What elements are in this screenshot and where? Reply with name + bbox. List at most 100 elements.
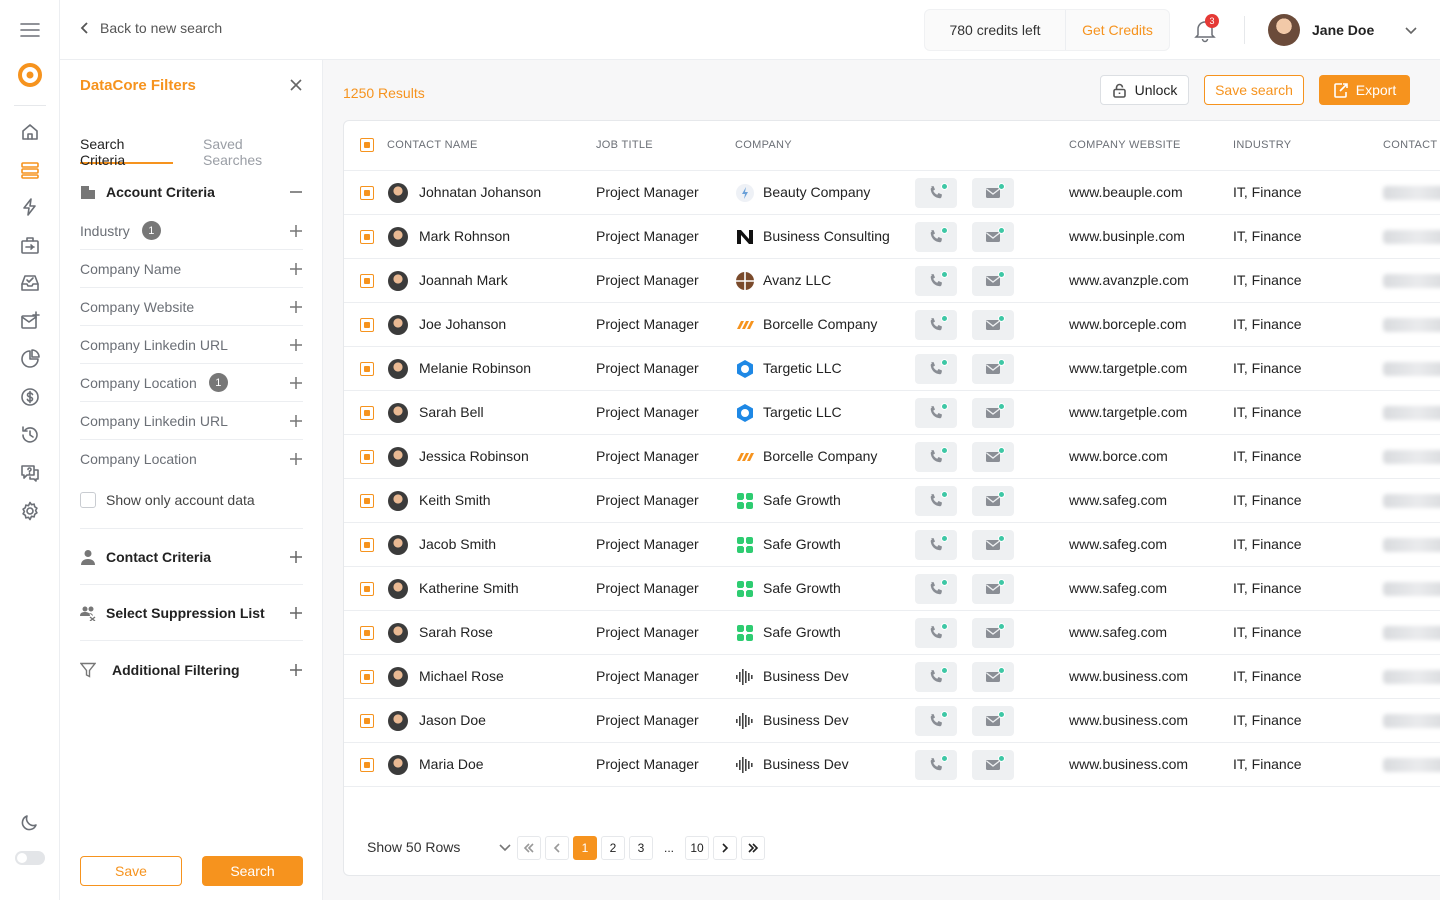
company-website[interactable]: www.safeg.com: [1069, 536, 1167, 552]
contact-name[interactable]: Keith Smith: [419, 492, 491, 508]
contact-name[interactable]: Sarah Bell: [419, 404, 484, 420]
company-name[interactable]: Borcelle Company: [763, 448, 877, 464]
database-list-icon[interactable]: [20, 160, 40, 180]
search-button[interactable]: Search: [202, 856, 303, 886]
contact-name[interactable]: Joannah Mark: [419, 272, 508, 288]
company-website[interactable]: www.businple.com: [1069, 228, 1185, 244]
row-checkbox[interactable]: [360, 758, 374, 772]
email-button[interactable]: [972, 662, 1014, 692]
save-button[interactable]: Save: [80, 856, 182, 886]
theme-toggle[interactable]: [15, 851, 45, 865]
email-button[interactable]: [972, 442, 1014, 472]
table-row[interactable]: Jason Doe Project Manager Business Dev www.…: [344, 699, 1440, 743]
table-row[interactable]: Johnatan Johanson Project Manager Beauty C…: [344, 171, 1440, 215]
contact-name[interactable]: Katherine Smith: [419, 580, 519, 596]
call-button[interactable]: [915, 530, 957, 560]
table-row[interactable]: Sarah Rose Project Manager Safe Growth www.…: [344, 611, 1440, 655]
show-only-account-checkbox[interactable]: Show only account data: [80, 492, 255, 508]
company-website[interactable]: www.borce.com: [1069, 448, 1168, 464]
filter-industry[interactable]: Industry 1: [80, 212, 303, 250]
table-row[interactable]: Sarah Bell Project Manager Targetic LLC www…: [344, 391, 1440, 435]
company-name[interactable]: Business Dev: [763, 756, 849, 772]
table-row[interactable]: Jacob Smith Project Manager Safe Growth www…: [344, 523, 1440, 567]
call-button[interactable]: [915, 442, 957, 472]
col-job-title[interactable]: JOB TITLE: [596, 139, 653, 151]
company-name[interactable]: Safe Growth: [763, 536, 841, 552]
tab-search-criteria[interactable]: Search Criteria: [80, 136, 173, 168]
table-row[interactable]: Maria Doe Project Manager Business Dev www.…: [344, 743, 1440, 787]
company-name[interactable]: Borcelle Company: [763, 316, 877, 332]
mail-add-icon[interactable]: [20, 311, 40, 331]
call-button[interactable]: [915, 618, 957, 648]
call-button[interactable]: [915, 178, 957, 208]
help-chat-icon[interactable]: [20, 463, 40, 483]
select-all-checkbox[interactable]: [360, 138, 374, 152]
email-button[interactable]: [972, 618, 1014, 648]
table-row[interactable]: Michael Rose Project Manager Business Dev w…: [344, 655, 1440, 699]
dollar-coin-icon[interactable]: [20, 387, 40, 407]
table-row[interactable]: Mark Rohnson Project Manager Business Cons…: [344, 215, 1440, 259]
email-button[interactable]: [972, 266, 1014, 296]
filter-company-location-2[interactable]: Company Location: [80, 440, 303, 478]
email-button[interactable]: [972, 486, 1014, 516]
page-2-button[interactable]: 2: [601, 836, 625, 860]
home-icon[interactable]: [20, 122, 40, 142]
email-button[interactable]: [972, 530, 1014, 560]
email-button[interactable]: [972, 222, 1014, 252]
company-name[interactable]: Safe Growth: [763, 580, 841, 596]
contact-name[interactable]: Jacob Smith: [419, 536, 496, 552]
email-button[interactable]: [972, 574, 1014, 604]
row-checkbox[interactable]: [360, 406, 374, 420]
company-name[interactable]: Business Consulting: [763, 228, 890, 244]
rows-per-page-select[interactable]: Show 50 Rows: [367, 839, 512, 855]
filter-company-linkedin-url[interactable]: Company Linkedin URL: [80, 326, 303, 364]
table-row[interactable]: Melanie Robinson Project Manager Targetic …: [344, 347, 1440, 391]
back-to-new-search-link[interactable]: Back to new search: [78, 20, 222, 36]
row-checkbox[interactable]: [360, 318, 374, 332]
row-checkbox[interactable]: [360, 186, 374, 200]
call-button[interactable]: [915, 486, 957, 516]
contact-name[interactable]: Melanie Robinson: [419, 360, 531, 376]
close-icon[interactable]: [289, 78, 303, 92]
user-menu[interactable]: Jane Doe: [1268, 14, 1418, 46]
company-website[interactable]: www.safeg.com: [1069, 624, 1167, 640]
page-3-button[interactable]: 3: [629, 836, 653, 860]
company-name[interactable]: Business Dev: [763, 668, 849, 684]
company-name[interactable]: Avanz LLC: [763, 272, 831, 288]
table-row[interactable]: Katherine Smith Project Manager Safe Growt…: [344, 567, 1440, 611]
company-name[interactable]: Business Dev: [763, 712, 849, 728]
call-button[interactable]: [915, 266, 957, 296]
call-button[interactable]: [915, 662, 957, 692]
company-website[interactable]: www.business.com: [1069, 712, 1188, 728]
col-contact-name[interactable]: CONTACT NAME: [387, 139, 478, 151]
call-button[interactable]: [915, 354, 957, 384]
col-contact[interactable]: CONTACT: [1383, 139, 1437, 151]
page-10-button[interactable]: 10: [685, 836, 709, 860]
settings-gear-icon[interactable]: [20, 501, 40, 521]
row-checkbox[interactable]: [360, 494, 374, 508]
company-website[interactable]: www.beauple.com: [1069, 184, 1183, 200]
company-name[interactable]: Safe Growth: [763, 624, 841, 640]
get-credits-button[interactable]: Get Credits: [1065, 10, 1169, 50]
row-checkbox[interactable]: [360, 670, 374, 684]
inbox-check-icon[interactable]: [20, 273, 40, 293]
contact-name[interactable]: Joe Johanson: [419, 316, 506, 332]
col-company[interactable]: COMPANY: [735, 139, 792, 151]
account-criteria-header[interactable]: Account Criteria: [80, 180, 303, 204]
contact-name[interactable]: Jason Doe: [419, 712, 486, 728]
filter-company-name[interactable]: Company Name: [80, 250, 303, 288]
page-1-button[interactable]: 1: [573, 836, 597, 860]
table-row[interactable]: Keith Smith Project Manager Safe Growth www…: [344, 479, 1440, 523]
company-website[interactable]: www.borceple.com: [1069, 316, 1187, 332]
company-website[interactable]: www.safeg.com: [1069, 580, 1167, 596]
col-industry[interactable]: INDUSTRY: [1233, 139, 1291, 151]
call-button[interactable]: [915, 310, 957, 340]
company-website[interactable]: www.targetple.com: [1069, 404, 1187, 420]
last-page-button[interactable]: [741, 836, 765, 860]
pie-chart-icon[interactable]: [20, 349, 40, 369]
row-checkbox[interactable]: [360, 714, 374, 728]
row-checkbox[interactable]: [360, 538, 374, 552]
tab-saved-searches[interactable]: Saved Searches: [203, 136, 303, 168]
table-row[interactable]: Joannah Mark Project Manager Avanz LLC www.…: [344, 259, 1440, 303]
company-name[interactable]: Beauty Company: [763, 184, 870, 200]
